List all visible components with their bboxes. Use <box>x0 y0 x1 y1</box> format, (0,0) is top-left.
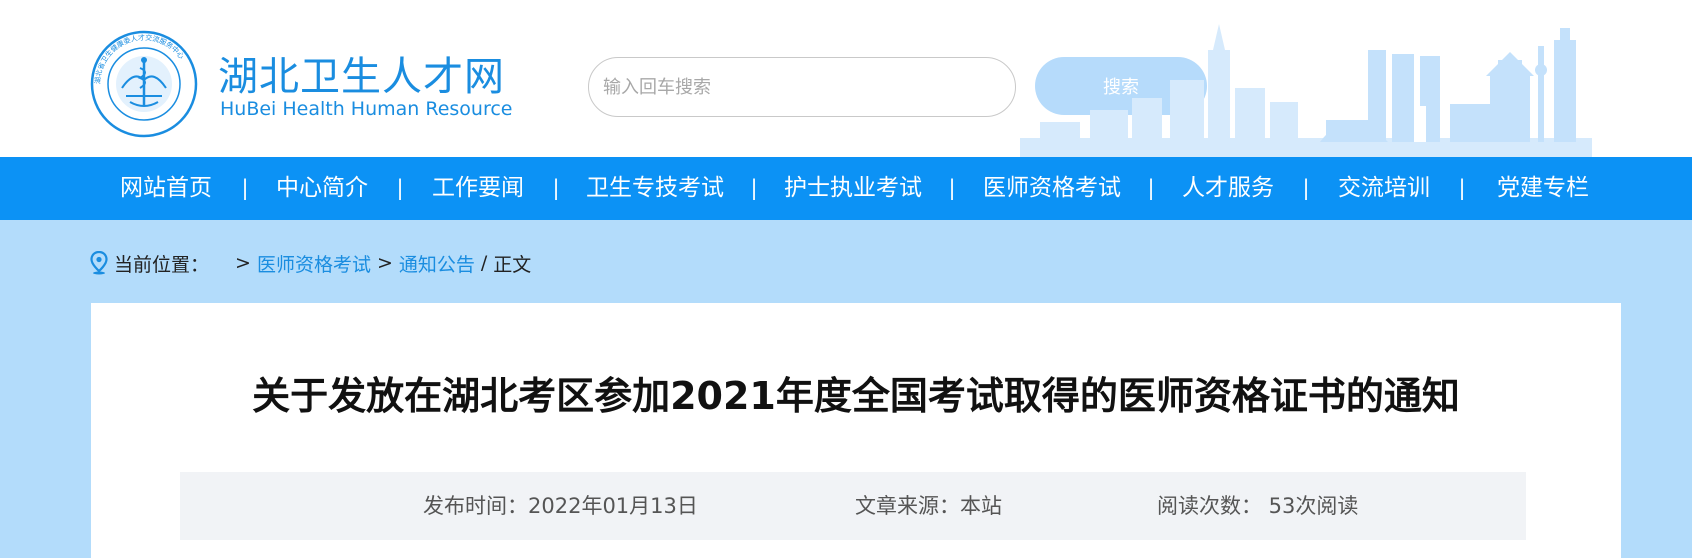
location-pin-icon <box>90 251 108 275</box>
search-input[interactable] <box>588 57 1016 117</box>
breadcrumb-separator: > <box>235 252 251 274</box>
nav-item-home[interactable]: 网站首页 <box>120 157 212 220</box>
site-subtitle: HuBei Health Human Resource <box>220 98 513 120</box>
breadcrumb-current: 正文 <box>493 253 532 276</box>
breadcrumb-link-physician-exam[interactable]: 医师资格考试 <box>257 250 371 277</box>
nav-item-physician-exam[interactable]: 医师资格考试 <box>983 157 1121 220</box>
nav-separator: | <box>396 176 404 200</box>
breadcrumb-separator: > <box>376 252 393 274</box>
nav-item-health-tech-exam[interactable]: 卫生专技考试 <box>586 157 724 220</box>
main-nav: 网站首页 | 中心简介 | 工作要闻 | 卫生专技考试 | 护士执业考试 | 医… <box>0 157 1692 220</box>
nav-separator: | <box>552 176 560 200</box>
breadcrumb-slash: / <box>480 252 488 274</box>
article-title: 关于发放在湖北考区参加2021年度全国考试取得的医师资格证书的通知 <box>252 374 1460 418</box>
nav-separator: | <box>948 176 956 200</box>
article-panel: 关于发放在湖北考区参加2021年度全国考试取得的医师资格证书的通知 发布时间：2… <box>91 303 1621 558</box>
breadcrumb-label: 当前位置： <box>114 253 210 276</box>
breadcrumb-link-notices[interactable]: 通知公告 <box>399 250 475 277</box>
publish-time: 发布时间：2022年01月13日 <box>423 494 698 518</box>
nav-separator: | <box>750 176 758 200</box>
nav-item-about[interactable]: 中心简介 <box>276 157 368 220</box>
site-title[interactable]: 湖北卫生人才网 <box>218 44 505 102</box>
nav-separator: | <box>1458 176 1466 200</box>
nav-separator: | <box>1302 176 1310 200</box>
breadcrumb: 当前位置： > 医师资格考试 > 通知公告 / 正文 <box>90 248 531 278</box>
nav-item-nurse-exam[interactable]: 护士执业考试 <box>784 157 922 220</box>
article-source: 文章来源：本站 <box>855 494 1002 518</box>
city-skyline-icon <box>1020 24 1592 157</box>
nav-item-training[interactable]: 交流培训 <box>1338 157 1430 220</box>
nav-separator: | <box>1147 176 1155 200</box>
site-header: 湖北省卫生健康委人才交流服务中心 湖北卫生人才网 HuBei Health Hu… <box>0 0 1692 157</box>
hubei-health-logo-icon[interactable]: 湖北省卫生健康委人才交流服务中心 <box>90 30 198 138</box>
nav-item-talent-service[interactable]: 人才服务 <box>1182 157 1274 220</box>
nav-item-party-building[interactable]: 党建专栏 <box>1497 157 1589 220</box>
read-count: 阅读次数： 53次阅读 <box>1157 494 1359 518</box>
article-meta-bar: 发布时间：2022年01月13日 文章来源：本站 阅读次数： 53次阅读 <box>180 472 1526 540</box>
nav-item-news[interactable]: 工作要闻 <box>432 157 524 220</box>
nav-separator: | <box>241 176 249 200</box>
